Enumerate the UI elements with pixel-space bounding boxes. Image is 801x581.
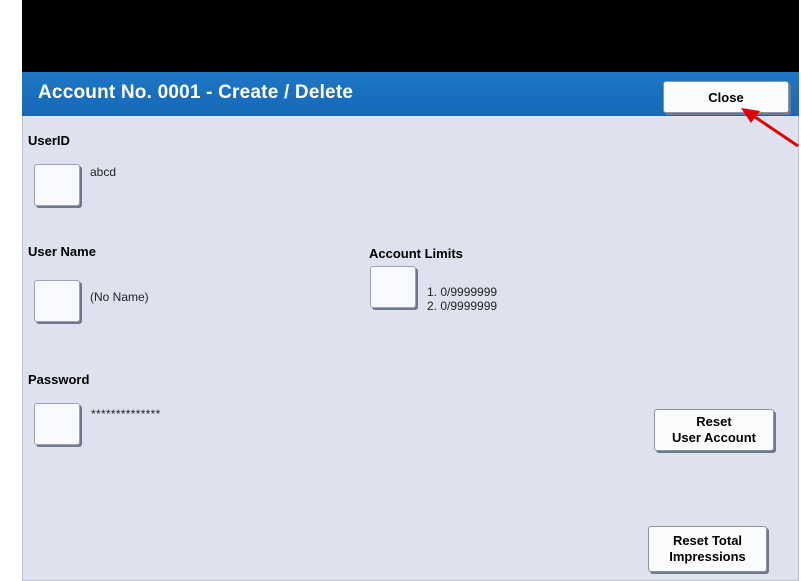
- account-limits-field-button[interactable]: [370, 266, 416, 308]
- top-black-bar: [22, 0, 799, 72]
- page-title: Account No. 0001 - Create / Delete: [38, 82, 354, 103]
- username-value: (No Name): [90, 290, 149, 304]
- reset-user-account-button[interactable]: Reset User Account: [654, 409, 774, 451]
- account-limits-label: Account Limits: [369, 246, 463, 261]
- reset-total-impressions-line-1: Reset Total: [672, 533, 743, 548]
- userid-label: UserID: [28, 133, 70, 148]
- username-label: User Name: [28, 244, 96, 259]
- account-screen: Account No. 0001 - Create / Delete Close…: [22, 0, 799, 581]
- password-label: Password: [28, 372, 90, 387]
- password-field-button[interactable]: [34, 403, 80, 445]
- account-limits-line-2: 2. 0/9999999: [427, 299, 498, 313]
- close-button[interactable]: Close: [663, 81, 789, 113]
- reset-total-impressions-line-2: Impressions: [669, 549, 746, 564]
- username-field-button[interactable]: [34, 280, 80, 322]
- userid-value: abcd: [90, 165, 117, 179]
- reset-user-account-line-1: Reset: [696, 414, 732, 429]
- reset-user-account-line-2: User Account: [671, 430, 757, 445]
- userid-field-button[interactable]: [34, 164, 80, 206]
- password-value: **************: [91, 407, 161, 421]
- account-limits-line-1: 1. 0/9999999: [427, 285, 498, 299]
- reset-total-impressions-button[interactable]: Reset Total Impressions: [648, 526, 767, 572]
